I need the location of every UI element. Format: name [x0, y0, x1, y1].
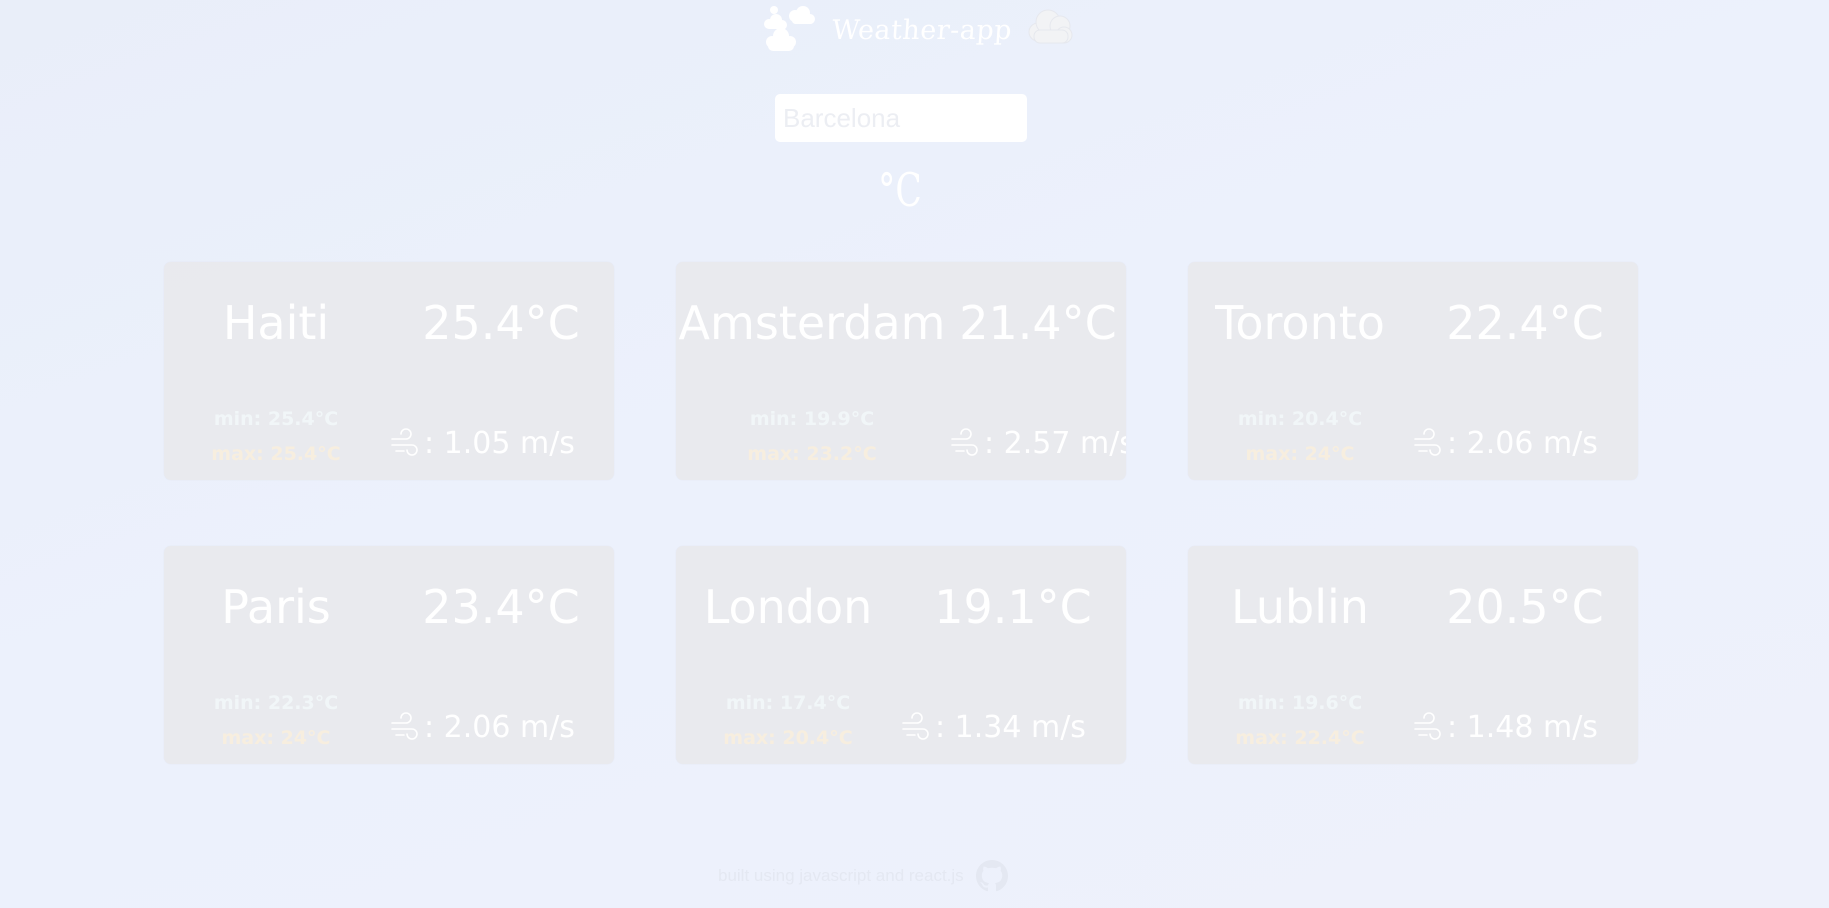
- city-name: Haiti: [222, 296, 330, 350]
- city-name: Toronto: [1215, 296, 1385, 350]
- max-temp: max: 25.4°C: [211, 443, 341, 465]
- city-name: Lublin: [1231, 580, 1369, 634]
- github-icon[interactable]: [975, 860, 1008, 892]
- min-temp: min: 22.3°C: [213, 692, 339, 714]
- wind-icon: [391, 428, 418, 456]
- city-search-input[interactable]: [775, 94, 1027, 142]
- max-temp: max: 23.2°C: [747, 443, 877, 465]
- min-max-temps: min: 17.4°C max: 20.4°C: [708, 686, 868, 756]
- footer: built using javascript and react.js: [718, 858, 1008, 894]
- city-temperature: 19.1°C: [934, 580, 1092, 634]
- max-temp: max: 24°C: [1245, 443, 1355, 465]
- min-max-temps: min: 20.4°C max: 24°C: [1220, 402, 1380, 472]
- wind-speed-value: : 2.57 m/s: [984, 425, 1126, 461]
- city-temperature: 22.4°C: [1446, 296, 1604, 350]
- wind-speed: : 2.06 m/s: [1413, 425, 1598, 461]
- city-temperature: 23.4°C: [422, 580, 580, 634]
- app-header: Weather-app: [0, 0, 1829, 60]
- city-temperature: 20.5°C: [1446, 580, 1604, 634]
- weather-card-paris[interactable]: Paris 23.4°C min: 22.3°C max: 24°C : 2.0…: [164, 546, 614, 764]
- weather-card-toronto[interactable]: Toronto 22.4°C min: 20.4°C max: 24°C : 2…: [1188, 262, 1638, 480]
- city-temperature: 21.4°C: [959, 296, 1117, 350]
- cloud-icon: [1026, 6, 1074, 54]
- max-temp: max: 24°C: [221, 727, 331, 749]
- footer-link[interactable]: built using javascript and react.js: [718, 866, 964, 886]
- wind-icon: [902, 712, 929, 740]
- city-name: Paris: [221, 580, 331, 634]
- unit-toggle-button[interactable]: °C: [878, 160, 923, 220]
- app-title-group: Weather-app: [762, 2, 1074, 58]
- min-max-temps: min: 22.3°C max: 24°C: [196, 686, 356, 756]
- city-temperature: 25.4°C: [422, 296, 580, 350]
- wind-speed-value: : 1.34 m/s: [935, 709, 1086, 745]
- min-max-temps: min: 19.9°C max: 23.2°C: [732, 402, 892, 472]
- min-max-temps: min: 25.4°C max: 25.4°C: [196, 402, 356, 472]
- wind-icon: [1414, 712, 1441, 740]
- min-temp: min: 19.6°C: [1237, 692, 1363, 714]
- max-temp: max: 22.4°C: [1235, 727, 1365, 749]
- min-temp: min: 25.4°C: [213, 408, 339, 430]
- wind-speed: : 1.48 m/s: [1413, 709, 1598, 745]
- max-temp: max: 20.4°C: [723, 727, 853, 749]
- city-name: Amsterdam: [678, 296, 946, 350]
- weather-card-amsterdam[interactable]: Amsterdam 21.4°C min: 19.9°C max: 23.2°C…: [676, 262, 1126, 480]
- wind-speed-value: : 2.06 m/s: [424, 709, 575, 745]
- weather-card-haiti[interactable]: Haiti 25.4°C min: 25.4°C max: 25.4°C : 1…: [164, 262, 614, 480]
- wind-speed: : 1.34 m/s: [901, 709, 1086, 745]
- wind-icon: [1414, 428, 1441, 456]
- cloud-sun-icon: [762, 4, 822, 56]
- city-name: London: [703, 580, 873, 634]
- wind-speed-value: : 2.06 m/s: [1447, 425, 1598, 461]
- min-temp: min: 20.4°C: [1237, 408, 1363, 430]
- min-max-temps: min: 19.6°C max: 22.4°C: [1220, 686, 1380, 756]
- wind-speed: : 2.57 m/s: [950, 425, 1126, 461]
- wind-icon: [391, 712, 418, 740]
- min-temp: min: 17.4°C: [725, 692, 851, 714]
- wind-speed: : 1.05 m/s: [390, 425, 575, 461]
- wind-icon: [951, 428, 978, 456]
- wind-speed-value: : 1.05 m/s: [424, 425, 575, 461]
- weather-card-lublin[interactable]: Lublin 20.5°C min: 19.6°C max: 22.4°C : …: [1188, 546, 1638, 764]
- app-title: Weather-app: [830, 14, 1014, 46]
- wind-speed: : 2.06 m/s: [390, 709, 575, 745]
- min-temp: min: 19.9°C: [749, 408, 875, 430]
- weather-card-london[interactable]: London 19.1°C min: 17.4°C max: 20.4°C : …: [676, 546, 1126, 764]
- wind-speed-value: : 1.48 m/s: [1447, 709, 1598, 745]
